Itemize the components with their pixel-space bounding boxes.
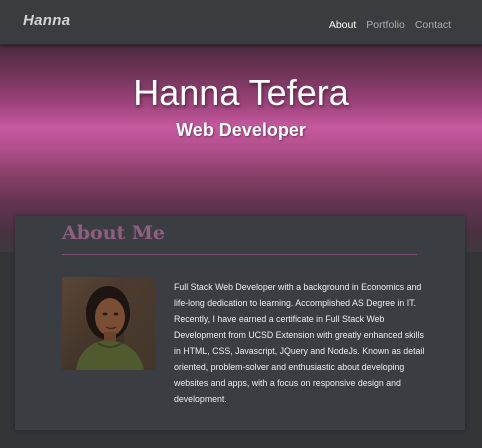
nav-link-about[interactable]: About <box>329 19 356 31</box>
about-divider <box>62 254 417 255</box>
profile-photo-graphic <box>62 277 155 370</box>
about-heading: About Me <box>62 222 166 244</box>
navbar: Hanna About Portfolio Contact <box>0 0 482 45</box>
nav-links: About Portfolio Contact <box>329 19 451 31</box>
nav-link-contact[interactable]: Contact <box>415 19 451 31</box>
brand-logo[interactable]: Hanna <box>23 12 70 29</box>
about-description: Full Stack Web Developer with a backgrou… <box>174 282 425 404</box>
hero-title: Hanna Tefera <box>133 72 349 113</box>
hero-subtitle: Web Developer <box>176 120 306 140</box>
about-section: About Me Full Stack Web Developer with a… <box>15 216 465 430</box>
profile-photo <box>62 277 155 370</box>
nav-link-portfolio[interactable]: Portfolio <box>366 19 405 31</box>
